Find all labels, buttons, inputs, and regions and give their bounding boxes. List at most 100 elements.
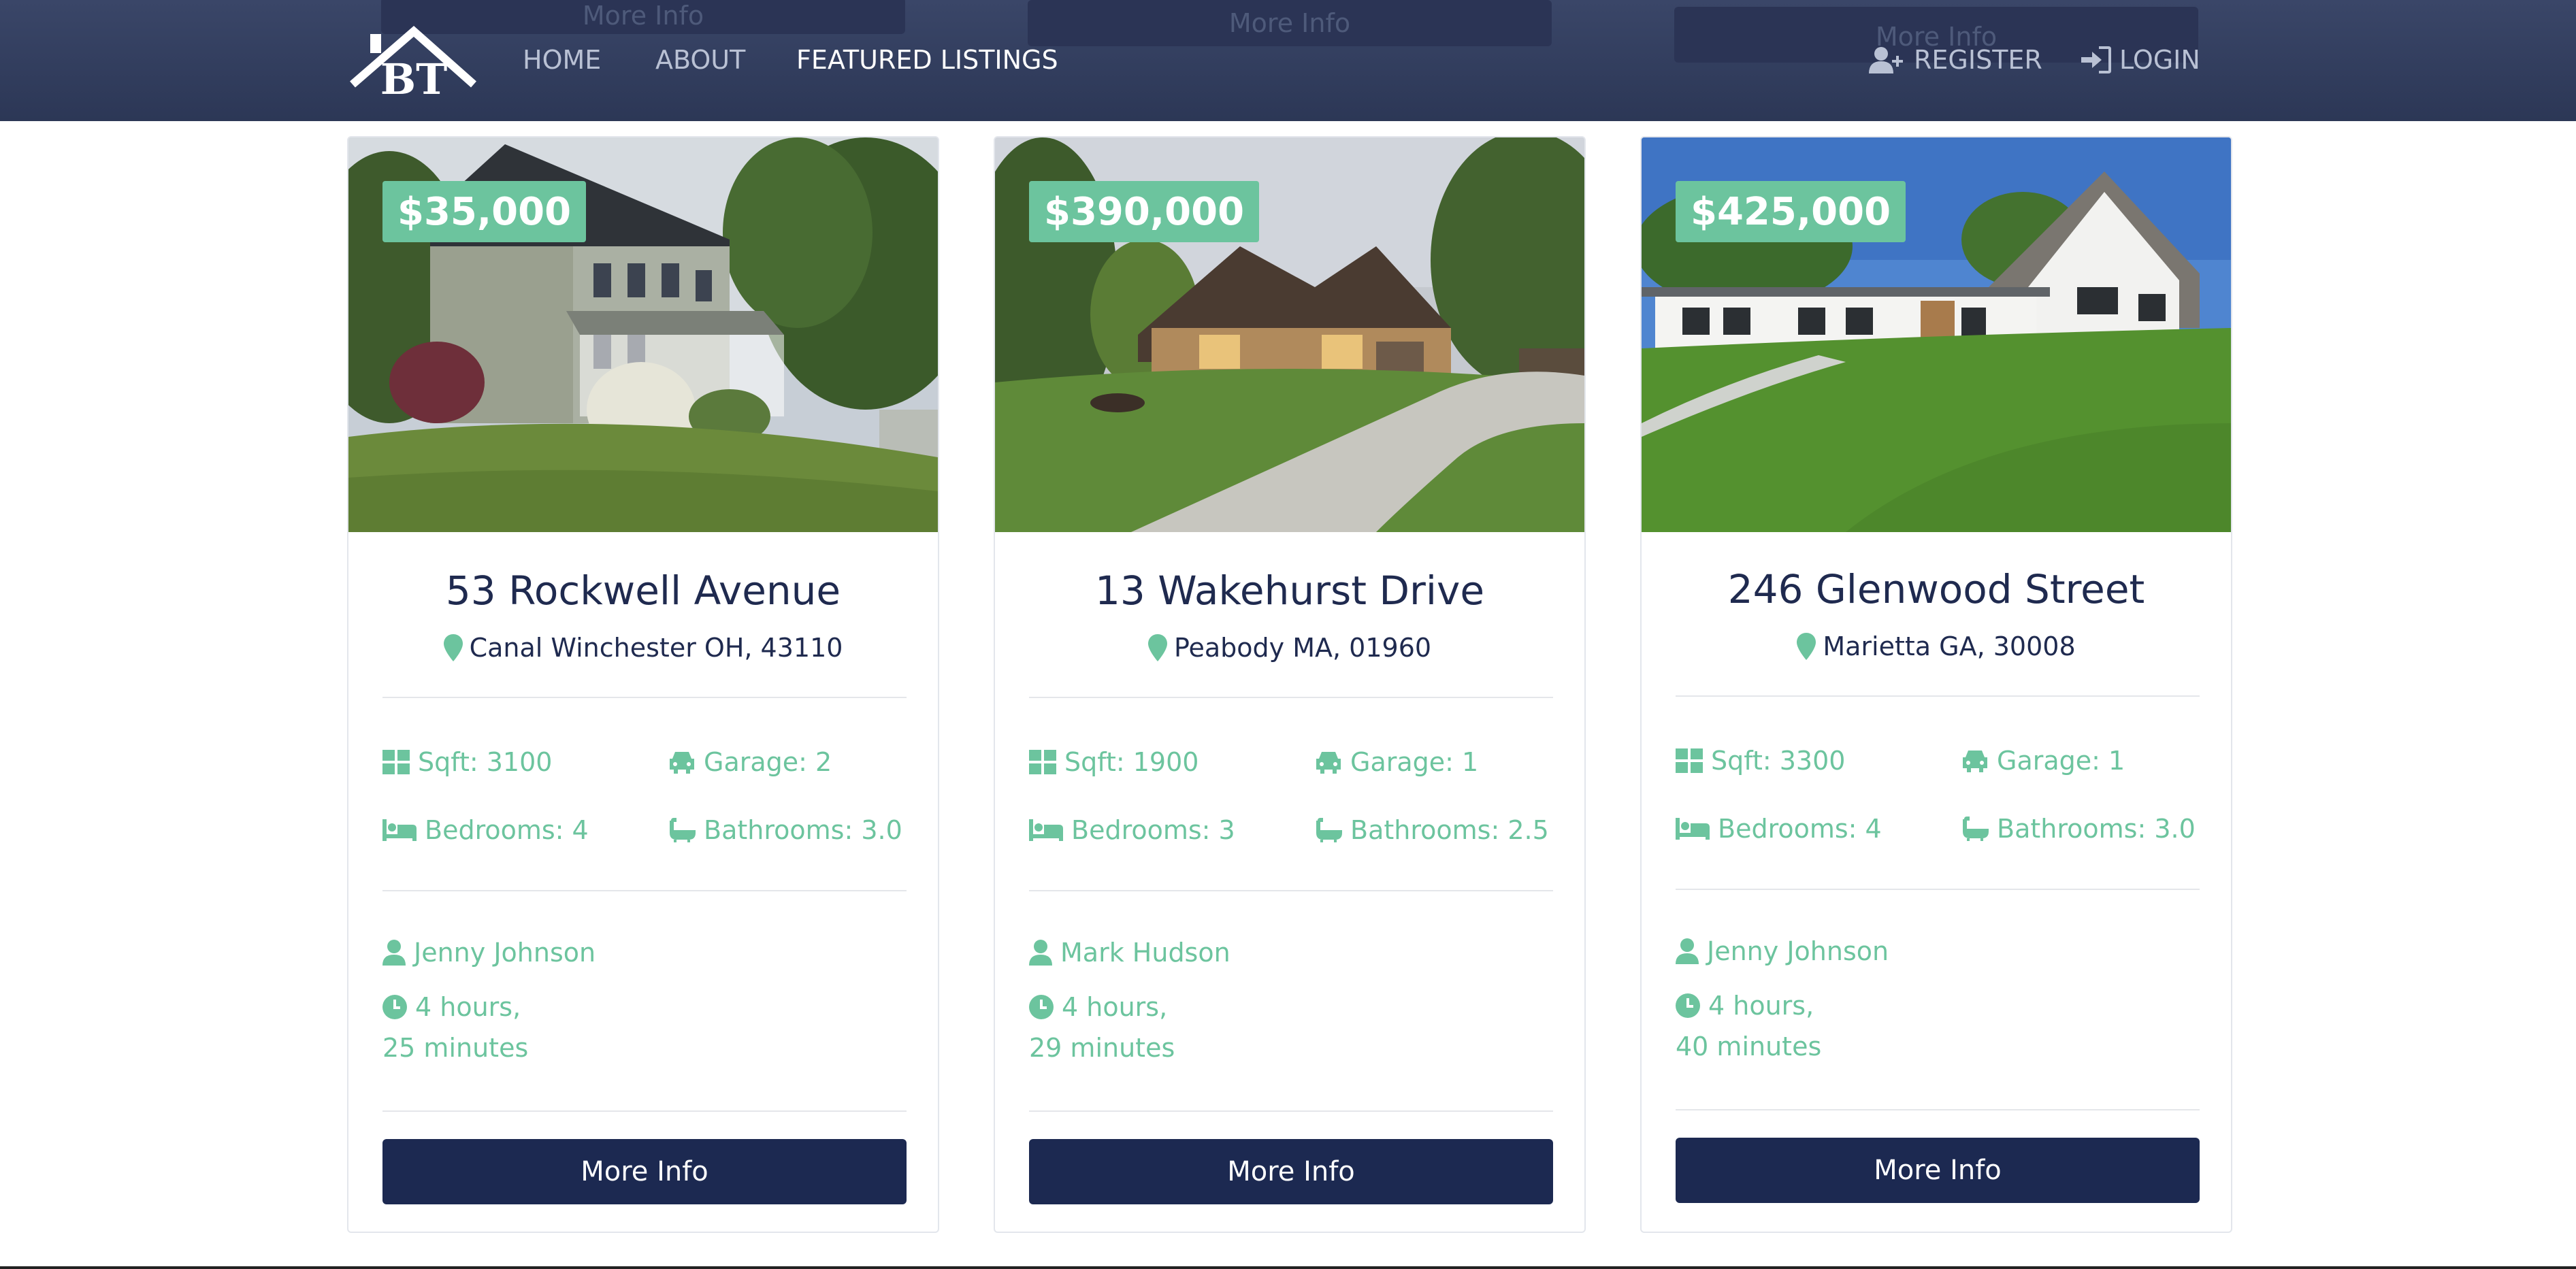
divider	[382, 697, 907, 698]
listing-title[interactable]: 246 Glenwood Street	[1642, 566, 2231, 612]
ghost-more-info-button-2: More Info	[1028, 0, 1552, 46]
listing-photo[interactable]: $390,000	[995, 137, 1584, 532]
bath-icon	[1315, 818, 1342, 842]
garage-feature: Garage: 1	[1315, 747, 1478, 777]
listed-time: 4 hours, 29 minutes	[1029, 987, 1175, 1068]
bedrooms-feature: Bedrooms: 3	[1029, 815, 1235, 845]
listing-location: Canal Winchester OH, 43110	[348, 633, 938, 663]
bathrooms-label: Bathrooms: 3.0	[1997, 814, 2196, 844]
listing-title[interactable]: 13 Wakehurst Drive	[995, 567, 1584, 614]
clock-icon	[382, 995, 407, 1019]
listing-card: $35,000 53 Rockwell Avenue Canal Winches…	[347, 136, 939, 1233]
nav-link-about[interactable]: ABOUT	[655, 45, 745, 75]
realtor-info: Jenny Johnson	[1676, 936, 1889, 966]
map-marker-icon	[1797, 633, 1816, 660]
clock-icon	[1676, 993, 1700, 1018]
navbar: More Info More Info More Info BT HOME AB…	[0, 0, 2576, 121]
car-icon	[1961, 749, 1989, 772]
divider	[382, 1110, 907, 1112]
sqft-feature: Sqft: 3300	[1676, 746, 1845, 776]
garage-feature: Garage: 2	[668, 747, 832, 777]
listed-time: 4 hours, 40 minutes	[1676, 985, 1821, 1067]
car-icon	[668, 751, 696, 774]
sqft-feature: Sqft: 3100	[382, 747, 552, 777]
divider	[1029, 890, 1553, 891]
register-link[interactable]: REGISTER	[1869, 45, 2042, 75]
listing-location: Marietta GA, 30008	[1642, 631, 2231, 661]
sqft-feature: Sqft: 1900	[1029, 747, 1199, 777]
register-label: REGISTER	[1914, 45, 2042, 75]
clock-icon	[1029, 995, 1054, 1019]
location-text: Marietta GA, 30008	[1823, 631, 2076, 661]
bath-icon	[668, 818, 696, 842]
ghost-button-label: More Info	[1228, 8, 1351, 38]
user-icon	[1029, 940, 1052, 966]
time-line-1: 4 hours,	[1062, 992, 1168, 1022]
location-text: Peabody MA, 01960	[1173, 633, 1432, 663]
svg-text:BT: BT	[380, 54, 448, 98]
time-line-1: 4 hours,	[1708, 991, 1814, 1021]
divider	[382, 890, 907, 891]
more-info-button[interactable]: More Info	[1676, 1138, 2200, 1203]
bedrooms-feature: Bedrooms: 4	[1676, 814, 1882, 844]
garage-label: Garage: 1	[1350, 747, 1479, 777]
sqft-label: Sqft: 1900	[1064, 747, 1199, 777]
bedrooms-label: Bedrooms: 4	[425, 815, 589, 845]
listing-title[interactable]: 53 Rockwell Avenue	[348, 567, 938, 614]
price-badge: $35,000	[382, 181, 587, 242]
nav-link-featured-listings[interactable]: FEATURED LISTINGS	[796, 45, 1058, 75]
map-marker-icon	[1147, 634, 1167, 661]
divider	[1029, 697, 1553, 698]
house-logo-icon: BT	[350, 26, 476, 104]
bathrooms-label: Bathrooms: 2.5	[1350, 815, 1549, 845]
login-link[interactable]: LOGIN	[2081, 45, 2200, 75]
listing-photo[interactable]: $35,000	[348, 137, 938, 532]
bed-icon	[1029, 819, 1063, 841]
nav-link-home[interactable]: HOME	[523, 45, 601, 75]
map-marker-icon	[443, 634, 463, 661]
realtor-name: Jenny Johnson	[414, 938, 596, 968]
time-line-2: 40 minutes	[1676, 1032, 1822, 1061]
th-large-icon	[382, 750, 410, 774]
more-info-button[interactable]: More Info	[1029, 1139, 1553, 1204]
location-text: Canal Winchester OH, 43110	[469, 633, 843, 663]
garage-label: Garage: 2	[704, 747, 832, 777]
garage-label: Garage: 1	[1997, 746, 2125, 776]
price-badge: $425,000	[1676, 181, 1906, 242]
bedrooms-feature: Bedrooms: 4	[382, 815, 589, 845]
divider	[1676, 695, 2200, 697]
divider	[1676, 1109, 2200, 1110]
bedrooms-label: Bedrooms: 4	[1718, 814, 1882, 844]
bedrooms-label: Bedrooms: 3	[1071, 815, 1235, 845]
listing-card: $425,000 246 Glenwood Street Marietta GA…	[1640, 136, 2232, 1233]
bed-icon	[382, 819, 417, 841]
listing-photo[interactable]: $425,000	[1642, 137, 2231, 532]
listed-time: 4 hours, 25 minutes	[382, 987, 528, 1068]
bathrooms-feature: Bathrooms: 3.0	[1961, 814, 2196, 844]
page-bottom-edge	[0, 1266, 2576, 1269]
bathrooms-label: Bathrooms: 3.0	[704, 815, 902, 845]
listing-location: Peabody MA, 01960	[995, 633, 1584, 663]
divider	[1029, 1110, 1553, 1112]
ghost-button-label: More Info	[582, 1, 704, 31]
brand-logo[interactable]: BT	[350, 24, 476, 104]
time-line-1: 4 hours,	[415, 992, 521, 1022]
garage-feature: Garage: 1	[1961, 746, 2125, 776]
price-badge: $390,000	[1029, 181, 1260, 242]
car-icon	[1315, 751, 1342, 774]
realtor-info: Mark Hudson	[1029, 938, 1230, 968]
realtor-name: Jenny Johnson	[1707, 936, 1889, 966]
listing-card: $390,000 13 Wakehurst Drive Peabody MA, …	[994, 136, 1586, 1233]
time-line-2: 29 minutes	[1029, 1033, 1175, 1063]
time-line-2: 25 minutes	[382, 1033, 529, 1063]
bed-icon	[1676, 818, 1710, 840]
more-info-button[interactable]: More Info	[382, 1139, 907, 1204]
divider	[1676, 889, 2200, 890]
realtor-info: Jenny Johnson	[382, 938, 596, 968]
user-plus-icon	[1869, 46, 1906, 73]
login-label: LOGIN	[2119, 45, 2200, 75]
th-large-icon	[1676, 748, 1703, 773]
th-large-icon	[1029, 750, 1056, 774]
bath-icon	[1961, 817, 1989, 841]
user-icon	[382, 940, 406, 966]
